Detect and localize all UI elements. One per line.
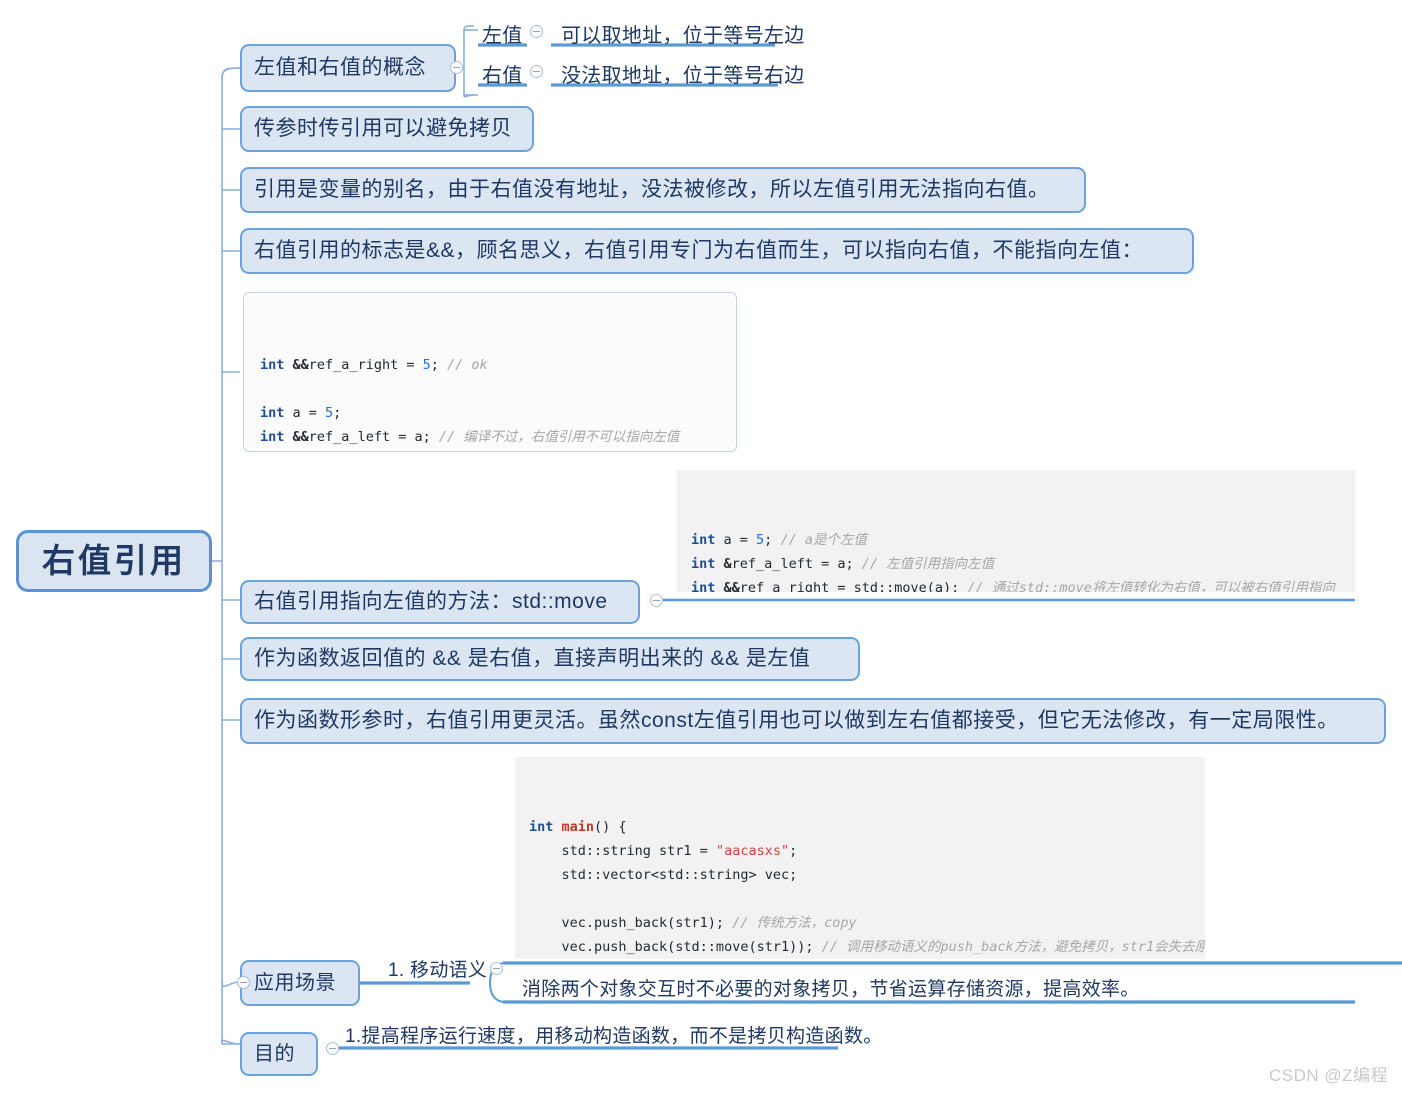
branch-node-return-value-rvalue[interactable]: 作为函数返回值的 && 是右值，直接声明出来的 && 是左值 — [240, 637, 860, 681]
concept-child-desc-rvalue: 没法取地址，位于等号右边 — [561, 65, 805, 87]
code-line: int a = 5; // a是个左值 — [691, 532, 867, 548]
branch-node-label: 右值引用的标志是&&，顾名思义，右值引用专门为右值而生，可以指向右值，不能指向左… — [254, 239, 1144, 263]
collapse-toggle-lvalue[interactable] — [530, 25, 543, 38]
collapse-toggle-concept[interactable] — [450, 61, 463, 74]
scenario-item-desc: 消除两个对象交互时不必要的对象拷贝，节省运算存储资源，提高效率。 — [522, 979, 1140, 1000]
code-block-std-move-demo: int a = 5; // a是个左值 int &ref_a_left = a; … — [677, 470, 1355, 592]
concept-child-term-rvalue: 右值 — [482, 65, 523, 87]
root-node[interactable]: 右值引用 — [16, 530, 212, 592]
purpose-item-label: 1.提高程序运行速度，用移动构造函数，而不是拷贝构造函数。 — [345, 1026, 883, 1047]
branch-node-label: 传参时传引用可以避免拷贝 — [254, 117, 512, 141]
branch-node-label: 应用场景 — [254, 972, 336, 994]
concept-child-desc-lvalue: 可以取地址，位于等号左边 — [561, 25, 805, 47]
code-lines: int a = 5; // a是个左值 int &ref_a_left = a; … — [691, 528, 1341, 592]
collapse-toggle-move-semantics[interactable] — [490, 962, 503, 975]
collapse-toggle-application-scenario[interactable] — [237, 976, 250, 989]
code-block-move-semantics-demo: int main() { std::string str1 = "aacasxs… — [515, 757, 1205, 959]
branch-node-application-scenario[interactable]: 应用场景 — [240, 960, 360, 1006]
branch-node-label: 右值引用指向左值的方法：std::move — [254, 590, 608, 614]
mindmap-canvas: 右值引用 左值和右值的概念 左值 可以取地址，位于等号左边 右值 没法取地址，位… — [0, 0, 1402, 1094]
branch-node-label: 目的 — [254, 1043, 295, 1065]
branch-node-reference-alias[interactable]: 引用是变量的别名，由于右值没有地址，没法被修改，所以左值引用无法指向右值。 — [240, 167, 1086, 213]
code-lines: int main() { std::string str1 = "aacasxs… — [529, 815, 1206, 959]
collapse-toggle-purpose[interactable] — [326, 1042, 339, 1055]
code-lines: int &&ref_a_right = 5; // ok int a = 5; i… — [260, 353, 720, 451]
code-line: vec.push_back(str1); // 传统方法，copy — [529, 915, 857, 931]
branch-node-rvalue-ref-marker[interactable]: 右值引用的标志是&&，顾名思义，右值引用专门为右值而生，可以指向右值，不能指向左… — [240, 228, 1194, 274]
code-line: int &&ref_a_right = std::move(a); // 通过s… — [691, 580, 1335, 592]
branch-node-label: 引用是变量的别名，由于右值没有地址，没法被修改，所以左值引用无法指向右值。 — [254, 178, 1050, 202]
code-line: int a = 5; — [260, 405, 342, 421]
code-block-rvalue-ref-demo: int &&ref_a_right = 5; // ok int a = 5; i… — [243, 292, 737, 452]
branch-node-lvalue-rvalue-concept[interactable]: 左值和右值的概念 — [240, 44, 456, 92]
code-line: int &&ref_a_right = 5; // ok — [260, 357, 488, 373]
root-node-label: 右值引用 — [42, 542, 186, 580]
branch-node-std-move[interactable]: 右值引用指向左值的方法：std::move — [240, 580, 640, 624]
code-line: vec.push_back(std::move(str1)); // 调用移动语… — [529, 939, 1206, 955]
concept-child-term-lvalue: 左值 — [482, 25, 523, 47]
code-line: int &&ref_a_left = a; // 编译不过，右值引用不可以指向左… — [260, 429, 680, 445]
watermark: CSDN @Z编程 — [1268, 1066, 1388, 1085]
collapse-toggle-rvalue[interactable] — [530, 65, 543, 78]
branch-node-pass-by-reference[interactable]: 传参时传引用可以避免拷贝 — [240, 106, 534, 152]
code-line: std::string str1 = "aacasxs"; — [529, 843, 798, 859]
collapse-toggle-std-move[interactable] — [650, 594, 663, 607]
branch-node-function-parameter[interactable]: 作为函数形参时，右值引用更灵活。虽然const左值引用也可以做到左右值都接受，但… — [240, 698, 1386, 744]
code-line: std::vector<std::string> vec; — [529, 867, 798, 883]
branch-node-label: 左值和右值的概念 — [254, 56, 426, 80]
branch-node-purpose[interactable]: 目的 — [240, 1032, 318, 1076]
code-line: int &ref_a_left = a; // 左值引用指向左值 — [691, 556, 995, 572]
branch-node-label: 作为函数形参时，右值引用更灵活。虽然const左值引用也可以做到左右值都接受，但… — [254, 709, 1339, 733]
scenario-item-label: 1. 移动语义 — [388, 960, 488, 981]
code-line: int main() { — [529, 819, 627, 835]
branch-node-label: 作为函数返回值的 && 是右值，直接声明出来的 && 是左值 — [254, 647, 811, 671]
